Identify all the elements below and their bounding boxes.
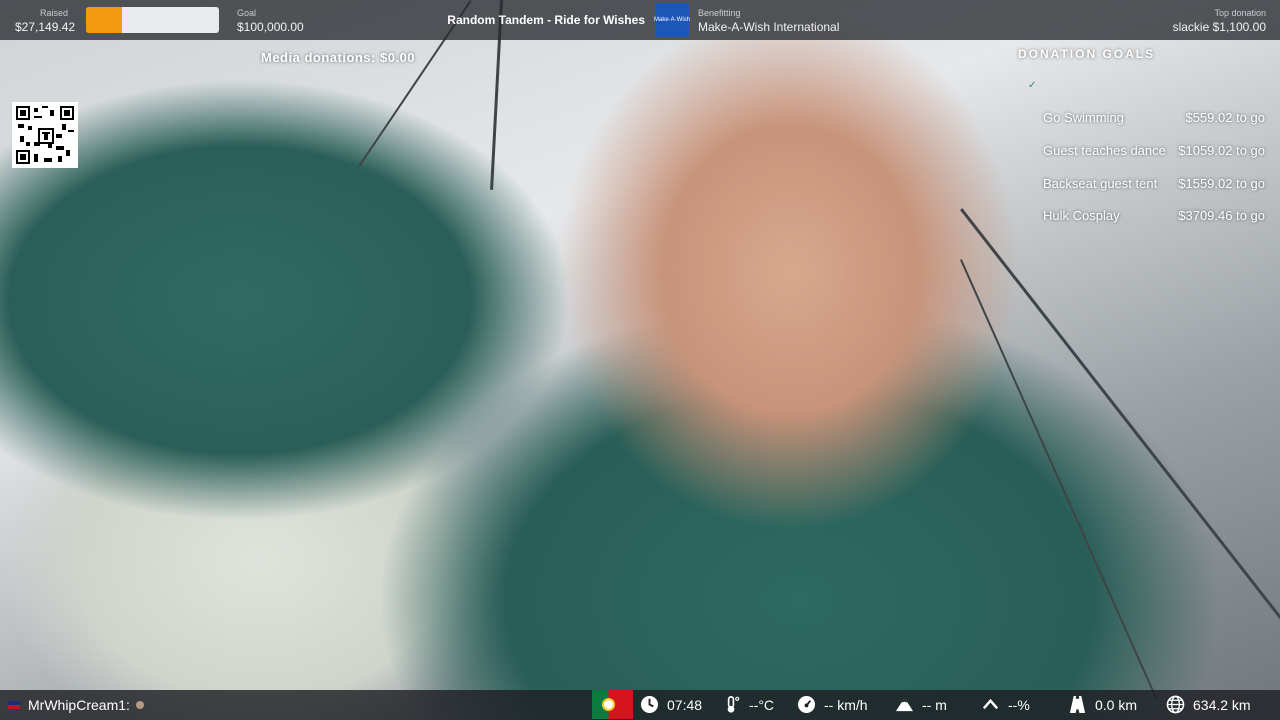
benefitting-label: Benefitting: [698, 8, 741, 18]
raised-label: Raised: [40, 8, 69, 18]
road-icon: [1068, 695, 1087, 714]
top-bar: Raised $27,149.42 Goal $100,000.00 Rando…: [0, 0, 1280, 40]
globe-icon: [1166, 695, 1185, 714]
top-donation-value: slackie $1,100.00: [1172, 20, 1266, 34]
goal-amount: $1059.02 to go: [1178, 143, 1265, 158]
time-value: 07:48: [667, 696, 703, 713]
trip-distance-stat: 0.0 km: [1068, 695, 1137, 714]
emote-icon: [135, 701, 144, 709]
donation-goals-panel: DONATION GOALS ✓ Go Swimming $559.02 to …: [1018, 47, 1268, 223]
goal-item: Backseat guest tent $1559.02 to go: [1043, 176, 1265, 191]
altitude-value: -- m: [922, 696, 947, 713]
goal-item: Guest teaches dance $1059.02 to go: [1043, 143, 1265, 158]
incline-value: --%: [1008, 696, 1030, 713]
altitude-stat: -- m: [895, 695, 947, 714]
raised-value: $27,149.42: [15, 20, 76, 34]
goal-name: Go Swimming: [1043, 110, 1124, 125]
goal-name: Guest teaches dance: [1043, 143, 1166, 158]
tent-pole: [960, 208, 1280, 620]
goal-value: $100,000.00: [237, 20, 304, 34]
goal-name: Backseat guest tent: [1043, 176, 1158, 191]
goal-label: Goal: [237, 8, 257, 18]
clock-icon: [640, 695, 659, 714]
thermometer-icon: [722, 695, 741, 714]
total-distance-value: 634.2 km: [1193, 696, 1251, 713]
tent-pole: [960, 259, 1158, 699]
chevron-up-icon: [981, 695, 1000, 714]
time-stat: 07:48: [640, 695, 702, 714]
qr-code-icon[interactable]: [12, 102, 78, 168]
trip-distance-value: 0.0 km: [1095, 696, 1138, 713]
mountain-icon: [895, 695, 914, 714]
chat-message: MrWhipCream1:: [8, 697, 144, 713]
chat-user: MrWhipCream1:: [28, 697, 130, 713]
goal-name: Hulk Cosplay: [1043, 208, 1120, 223]
speedometer-icon: [797, 695, 816, 714]
portugal-flag-icon: [592, 690, 633, 719]
total-distance-stat: 634.2 km: [1166, 695, 1251, 714]
stream-title: Random Tandem - Ride for Wishes: [447, 13, 645, 27]
chat-badge-icon: [8, 701, 20, 709]
benefitting-value: Make-A-Wish International: [698, 20, 840, 34]
goal-amount: $1559.02 to go: [1178, 176, 1265, 191]
goal-amount: $559.02 to go: [1185, 110, 1265, 125]
check-icon: ✓: [1028, 80, 1037, 91]
goal-item: Hulk Cosplay $3709.46 to go: [1043, 208, 1265, 223]
top-donation-label: Top donation: [1214, 8, 1266, 18]
fundraising-progress-bar: [86, 7, 219, 33]
donation-goals-title: DONATION GOALS: [1018, 47, 1156, 61]
charity-logo-text: Make·A·Wish: [654, 16, 691, 23]
temperature-stat: --°C: [722, 695, 774, 714]
speed-stat: -- km/h: [797, 695, 868, 714]
speed-value: -- km/h: [824, 696, 868, 713]
make-a-wish-logo: Make·A·Wish: [654, 3, 691, 37]
goal-item: Go Swimming $559.02 to go: [1043, 110, 1265, 125]
progress-fill: [86, 7, 122, 33]
temperature-value: --°C: [749, 696, 775, 713]
media-donations-text: Media donations: $0.00: [261, 50, 416, 65]
incline-stat: --%: [981, 695, 1030, 714]
goal-amount: $3709.46 to go: [1178, 208, 1265, 223]
